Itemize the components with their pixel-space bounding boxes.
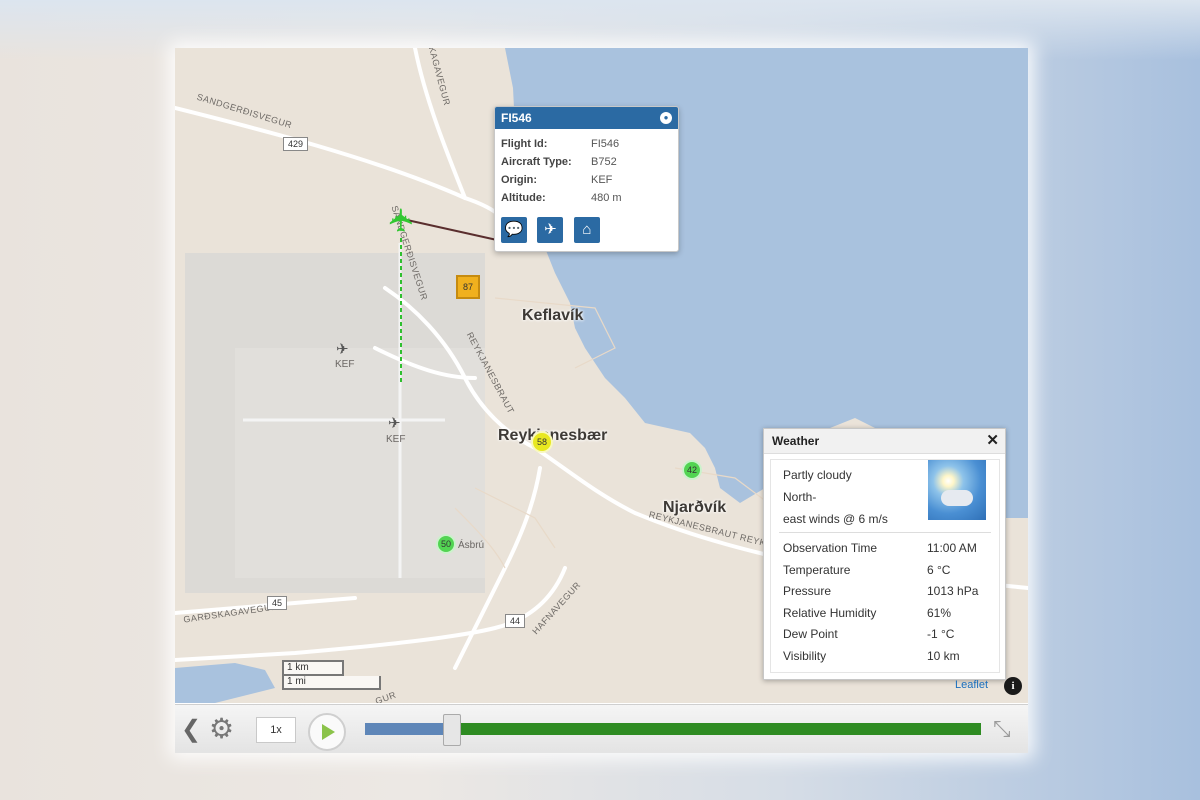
gear-icon[interactable]: ⚙ — [209, 713, 234, 745]
cluster-marker[interactable]: 50 — [436, 534, 456, 554]
play-icon[interactable] — [308, 713, 346, 751]
close-circle-icon[interactable]: ● — [660, 112, 672, 124]
timeline-thumb[interactable] — [443, 714, 462, 746]
weather-row: Temperature 6 °C — [783, 562, 951, 577]
cluster-marker[interactable]: 58 — [531, 431, 553, 453]
weather-title: Weather — [772, 434, 820, 448]
airplane-icon[interactable]: ✈ — [537, 217, 564, 243]
popup-title: FI546 — [501, 111, 532, 125]
cloud-shape — [941, 490, 973, 506]
popup-field: Altitude: 480 m — [501, 192, 622, 204]
speed-selector[interactable]: 1x — [256, 717, 296, 743]
speech-bubble-icon[interactable]: 💬 — [501, 217, 527, 243]
airport-icon: ✈ — [336, 341, 349, 358]
cluster-marker[interactable]: 42 — [682, 460, 702, 480]
weather-row: Dew Point -1 °C — [783, 627, 955, 641]
city-label: Njarðvík — [663, 499, 727, 516]
weather-header: Weather ✕ — [764, 429, 1005, 454]
close-icon[interactable]: ✕ — [986, 429, 999, 453]
weather-row: Observation Time 11:00 AM — [783, 541, 977, 555]
flight-popup: FI546 ● Flight Id: FI546 Aircraft Type: B7… — [494, 106, 679, 252]
weather-row: Visibility 10 km — [783, 648, 960, 663]
sea-bottom-left — [175, 663, 275, 703]
popup-header: FI546 ● — [495, 107, 678, 129]
scale-bar: 1 km 1 mi — [282, 660, 381, 690]
road-sandgerdisvegur — [175, 106, 517, 235]
weather-panel: Weather ✕ Partly cloudy North- east wind… — [763, 428, 1006, 680]
street-grid-2 — [474, 487, 556, 549]
timeline-progress — [365, 723, 452, 735]
place-label: Ásbrú — [458, 540, 485, 551]
expand-icon[interactable]: ⤡ — [993, 716, 1011, 742]
airport-icon: ✈ — [388, 415, 401, 432]
home-icon[interactable]: ⌂ — [573, 217, 600, 243]
scale-km: 1 km — [282, 660, 344, 676]
chevron-left-icon[interactable]: ❮ — [181, 715, 201, 744]
leaflet-attribution-link[interactable]: Leaflet — [955, 679, 988, 691]
airport-label: KEF — [335, 359, 355, 370]
scale-mi: 1 mi — [282, 676, 381, 690]
route-shield: 429 — [283, 137, 309, 151]
popup-field: Origin: KEF — [501, 174, 613, 186]
plane-icon[interactable]: ✈ — [383, 207, 419, 234]
divider — [779, 532, 991, 533]
popup-field: Flight Id: FI546 — [501, 138, 620, 150]
map-view[interactable]: SANDGERÐISVEGUR SKAGAVEGUR SANDGERÐISVEG… — [175, 48, 1028, 703]
route-shield: 44 — [505, 614, 526, 628]
weather-table: Observation Time 11:00 AM Temperature 6 °C… — [783, 538, 993, 667]
cluster-marker[interactable]: 87 — [456, 275, 480, 299]
popup-actions: 💬 ✈ ⌂ — [501, 217, 606, 243]
route-shield: 45 — [267, 596, 288, 610]
city-label: Keflavík — [522, 307, 584, 324]
weather-row: Pressure 1013 hPa — [783, 584, 979, 598]
popup-field: Aircraft Type: B752 — [501, 156, 617, 168]
flight-replay-widget: SANDGERÐISVEGUR SKAGAVEGUR SANDGERÐISVEG… — [175, 48, 1028, 753]
weather-description: Partly cloudy North- east winds @ 6 m/s — [783, 468, 888, 526]
weather-body: Partly cloudy North- east winds @ 6 m/s … — [770, 459, 1000, 673]
playback-controls: ❮ ⚙ 1x ⤡ — [175, 704, 1028, 753]
popup-leader-line — [406, 219, 498, 241]
airport-label: KEF — [386, 434, 406, 445]
info-icon[interactable]: i — [1004, 677, 1022, 695]
weather-row: Relative Humidity 61% — [783, 605, 952, 620]
